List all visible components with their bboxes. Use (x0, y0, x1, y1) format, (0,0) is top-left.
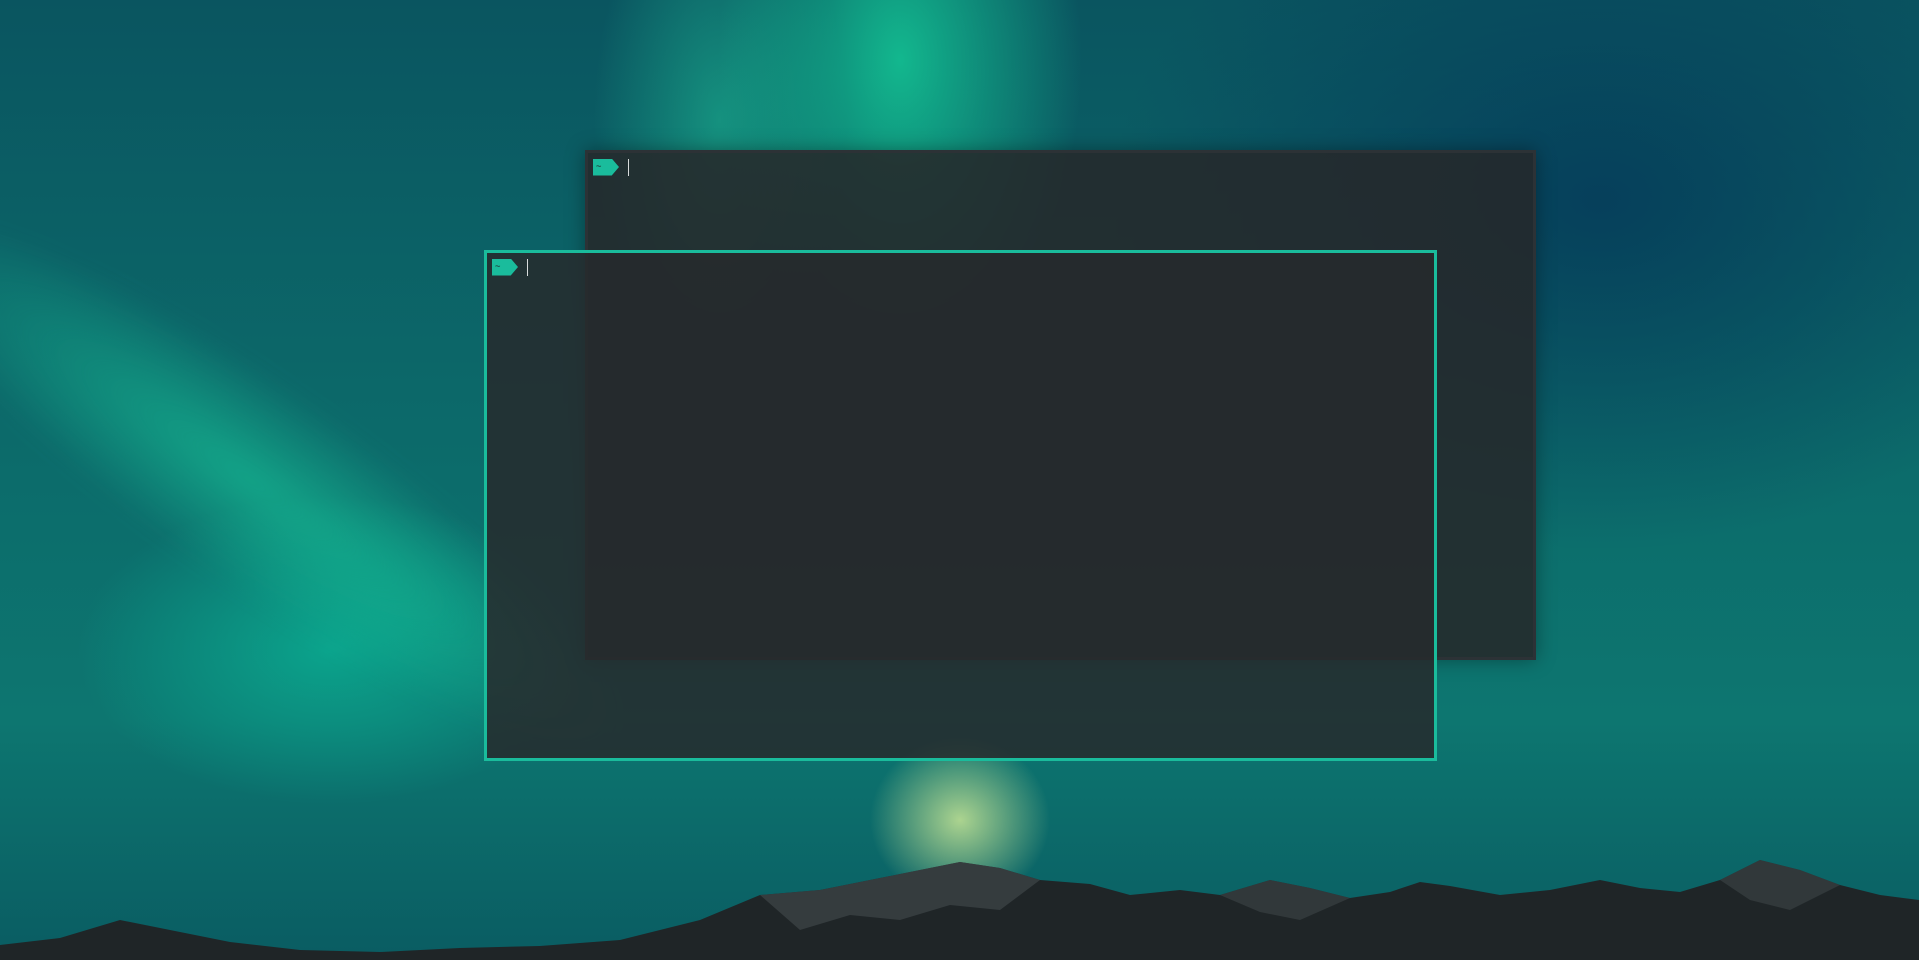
mountain-silhouette (0, 860, 1919, 960)
prompt-arrow-icon: ~ (593, 158, 619, 176)
desktop[interactable]: ~ ~ (0, 0, 1919, 960)
text-cursor (628, 158, 629, 176)
prompt-directory: ~ (596, 161, 602, 172)
prompt-line: ~ (492, 258, 528, 276)
prompt-line: ~ (593, 158, 629, 176)
text-cursor (527, 258, 528, 276)
prompt-arrow-icon: ~ (492, 258, 518, 276)
terminal-window-focused[interactable]: ~ (484, 250, 1437, 761)
prompt-directory: ~ (495, 261, 501, 272)
